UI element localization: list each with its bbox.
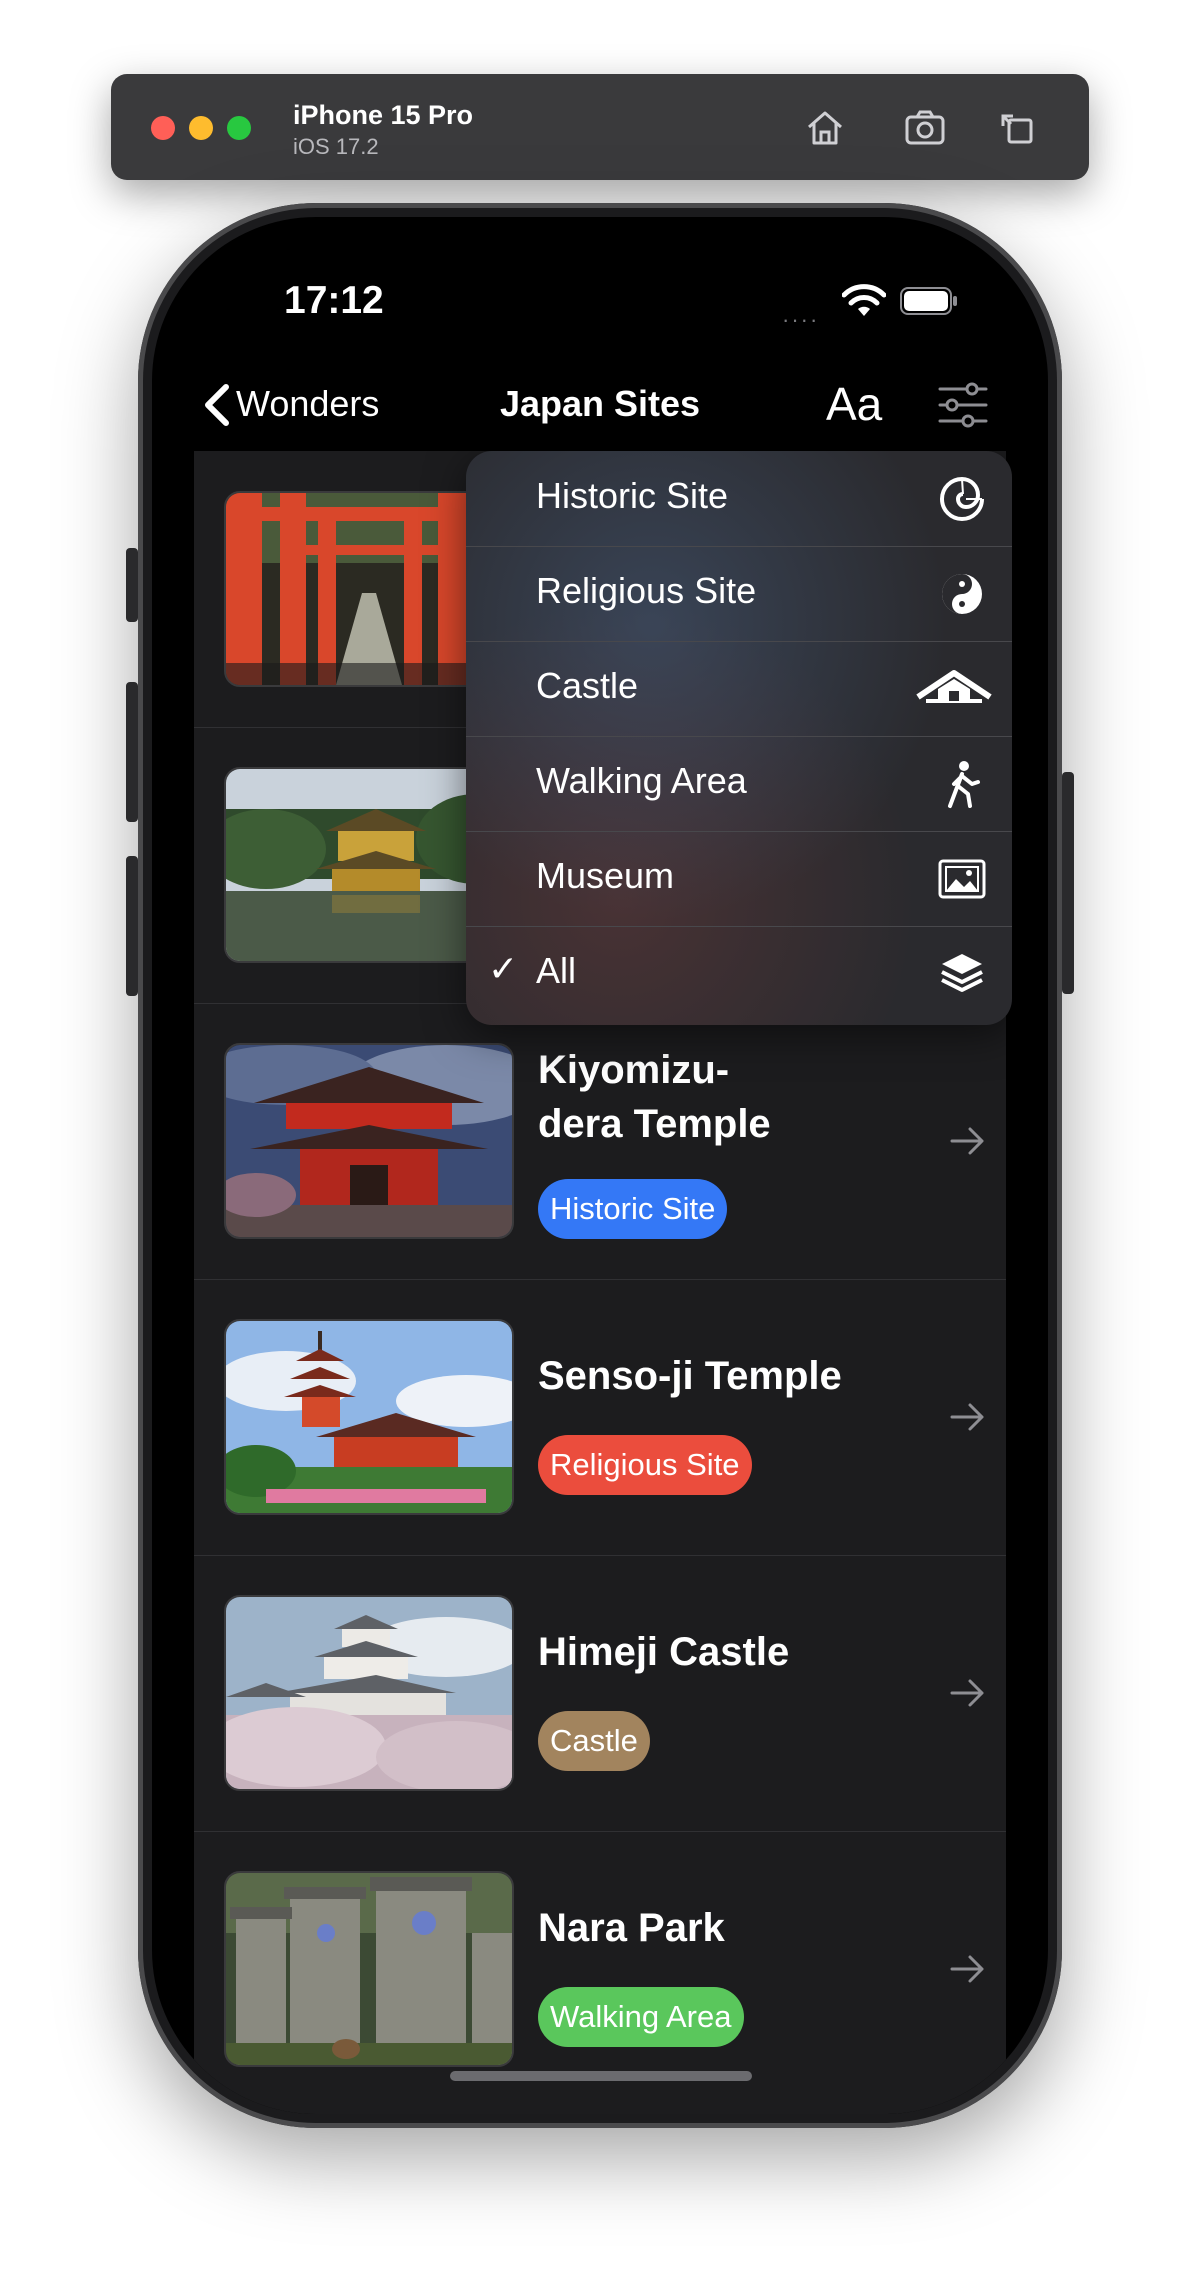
menu-item-label: Religious Site (536, 570, 757, 611)
arrow-right-icon (950, 1955, 984, 1983)
site-row-3[interactable]: Kiyomizu-dera Temple Historic Site (194, 1003, 1006, 1280)
site-thumbnail (224, 1319, 514, 1515)
category-badge: Castle (538, 1711, 650, 1771)
menu-item-label: All (536, 950, 577, 991)
house-roof-icon (916, 670, 992, 703)
layers-icon (941, 954, 983, 992)
yin-yang-icon (942, 574, 982, 614)
menu-item-label: Walking Area (536, 760, 747, 801)
minimize-window-button[interactable] (189, 116, 213, 140)
checkmark-icon: ✓ (488, 948, 519, 989)
menu-item-all[interactable]: ✓ All (466, 926, 1012, 1021)
arrow-right-icon (950, 1679, 984, 1707)
site-name: Nara Park (538, 1906, 725, 1950)
action-button (126, 548, 138, 622)
simulator-toolbar: iPhone 15 Pro iOS 17.2 (111, 74, 1089, 180)
filter-sliders-icon[interactable] (938, 381, 988, 429)
home-indicator[interactable] (450, 2071, 752, 2081)
phone-screen: 17:12 ···· Wonders Japan Sites Aa Kiyomi… (152, 217, 1048, 2114)
site-thumbnail (224, 1871, 514, 2067)
site-row-6[interactable]: Nara Park Walking Area (194, 1831, 1006, 2107)
menu-item-religious-site[interactable]: Religious Site (466, 546, 1012, 642)
site-row-5[interactable]: Himeji Castle Castle (194, 1555, 1006, 1832)
site-name: Senso-ji Temple (538, 1354, 842, 1398)
power-button (1062, 772, 1074, 994)
status-time: 17:12 (284, 279, 384, 322)
menu-item-label: Castle (536, 665, 639, 706)
signal-indicator: ···· (782, 307, 820, 332)
rotate-icon[interactable] (991, 102, 1043, 154)
arrow-right-icon (950, 1403, 984, 1431)
text-size-button[interactable]: Aa (826, 377, 882, 431)
category-badge: Religious Site (538, 1435, 752, 1495)
screenshot-icon[interactable] (899, 102, 951, 154)
os-version: iOS 17.2 (293, 134, 379, 159)
menu-item-label: Historic Site (536, 475, 729, 516)
menu-item-museum[interactable]: Museum (466, 831, 1012, 927)
volume-down-button (126, 856, 138, 996)
menu-item-walking-area[interactable]: Walking Area (466, 736, 1012, 832)
home-icon[interactable] (799, 102, 851, 154)
site-name: Himeji Castle (538, 1630, 790, 1674)
site-thumbnail (224, 1595, 514, 1791)
close-window-button[interactable] (151, 116, 175, 140)
nautilus-icon (940, 476, 984, 521)
menu-item-historic-site[interactable]: Historic Site (466, 451, 1012, 547)
zoom-window-button[interactable] (227, 116, 251, 140)
site-row-4[interactable]: Senso-ji Temple Religious Site (194, 1279, 1006, 1556)
photo-icon (938, 859, 986, 899)
arrow-right-icon (950, 1127, 984, 1155)
menu-item-label: Museum (536, 855, 675, 896)
walking-person-icon (948, 761, 980, 808)
device-name: iPhone 15 Pro (293, 100, 474, 130)
category-badge: Historic Site (538, 1179, 728, 1239)
wifi-icon (842, 284, 886, 316)
volume-up-button (126, 682, 138, 822)
battery-icon (900, 287, 957, 315)
site-thumbnail (224, 1043, 514, 1239)
site-name: Kiyomizu-dera Temple (538, 1048, 771, 1146)
page-title: Japan Sites (499, 383, 701, 424)
category-filter-menu: Historic Site Religious Site Castle Walk… (466, 451, 1012, 1025)
menu-item-castle[interactable]: Castle (466, 641, 1012, 737)
category-badge: Walking Area (538, 1987, 744, 2047)
